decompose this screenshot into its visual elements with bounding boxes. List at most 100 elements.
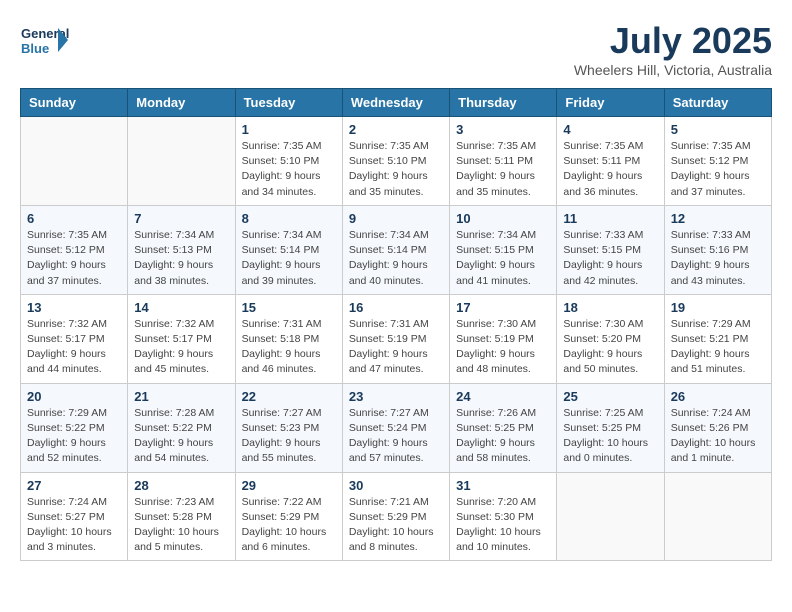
day-number: 15 bbox=[242, 300, 336, 315]
calendar-day-cell: 12 Sunrise: 7:33 AM Sunset: 5:16 PM Dayli… bbox=[664, 205, 771, 294]
day-number: 26 bbox=[671, 389, 765, 404]
day-info: Sunrise: 7:21 AM Sunset: 5:29 PM Dayligh… bbox=[349, 495, 443, 556]
day-info: Sunrise: 7:30 AM Sunset: 5:20 PM Dayligh… bbox=[563, 317, 657, 378]
calendar-day-cell: 28 Sunrise: 7:23 AM Sunset: 5:28 PM Dayli… bbox=[128, 472, 235, 561]
calendar-day-cell bbox=[21, 117, 128, 206]
day-info: Sunrise: 7:26 AM Sunset: 5:25 PM Dayligh… bbox=[456, 406, 550, 467]
logo: General Blue bbox=[20, 20, 70, 65]
title-section: July 2025 Wheelers Hill, Victoria, Austr… bbox=[574, 20, 772, 78]
day-info: Sunrise: 7:25 AM Sunset: 5:25 PM Dayligh… bbox=[563, 406, 657, 467]
day-info: Sunrise: 7:28 AM Sunset: 5:22 PM Dayligh… bbox=[134, 406, 228, 467]
page-header: General Blue July 2025 Wheelers Hill, Vi… bbox=[20, 20, 772, 78]
day-info: Sunrise: 7:35 AM Sunset: 5:12 PM Dayligh… bbox=[671, 139, 765, 200]
calendar-day-cell: 7Sunrise: 7:34 AM Sunset: 5:13 PM Daylig… bbox=[128, 205, 235, 294]
day-info: Sunrise: 7:35 AM Sunset: 5:11 PM Dayligh… bbox=[456, 139, 550, 200]
calendar-day-cell: 23Sunrise: 7:27 AM Sunset: 5:24 PM Dayli… bbox=[342, 383, 449, 472]
calendar-week-row: 20 Sunrise: 7:29 AM Sunset: 5:22 PM Dayli… bbox=[21, 383, 772, 472]
day-info: Sunrise: 7:23 AM Sunset: 5:28 PM Dayligh… bbox=[134, 495, 228, 556]
day-number: 20 bbox=[27, 389, 121, 404]
calendar-day-cell: 31Sunrise: 7:20 AM Sunset: 5:30 PM Dayli… bbox=[450, 472, 557, 561]
calendar-day-cell: 29 Sunrise: 7:22 AM Sunset: 5:29 PM Dayli… bbox=[235, 472, 342, 561]
calendar-day-cell: 10Sunrise: 7:34 AM Sunset: 5:15 PM Dayli… bbox=[450, 205, 557, 294]
day-number: 16 bbox=[349, 300, 443, 315]
day-number: 17 bbox=[456, 300, 550, 315]
day-info: Sunrise: 7:34 AM Sunset: 5:14 PM Dayligh… bbox=[242, 228, 336, 289]
day-info: Sunrise: 7:34 AM Sunset: 5:13 PM Dayligh… bbox=[134, 228, 228, 289]
svg-text:Blue: Blue bbox=[21, 41, 49, 56]
calendar-table: SundayMondayTuesdayWednesdayThursdayFrid… bbox=[20, 88, 772, 561]
day-number: 18 bbox=[563, 300, 657, 315]
calendar-day-cell: 17 Sunrise: 7:30 AM Sunset: 5:19 PM Dayli… bbox=[450, 294, 557, 383]
day-number: 9 bbox=[349, 211, 443, 226]
day-number: 12 bbox=[671, 211, 765, 226]
day-info: Sunrise: 7:27 AM Sunset: 5:24 PM Dayligh… bbox=[349, 406, 443, 467]
day-number: 25 bbox=[563, 389, 657, 404]
day-info: Sunrise: 7:32 AM Sunset: 5:17 PM Dayligh… bbox=[27, 317, 121, 378]
day-number: 11 bbox=[563, 211, 657, 226]
day-number: 31 bbox=[456, 478, 550, 493]
day-number: 13 bbox=[27, 300, 121, 315]
day-info: Sunrise: 7:30 AM Sunset: 5:19 PM Dayligh… bbox=[456, 317, 550, 378]
day-number: 29 bbox=[242, 478, 336, 493]
day-number: 28 bbox=[134, 478, 228, 493]
month-title: July 2025 bbox=[574, 20, 772, 62]
calendar-week-row: 1 Sunrise: 7:35 AM Sunset: 5:10 PM Daylig… bbox=[21, 117, 772, 206]
calendar-header-row: SundayMondayTuesdayWednesdayThursdayFrid… bbox=[21, 89, 772, 117]
calendar-day-cell: 4Sunrise: 7:35 AM Sunset: 5:11 PM Daylig… bbox=[557, 117, 664, 206]
day-number: 10 bbox=[456, 211, 550, 226]
calendar-day-cell: 8 Sunrise: 7:34 AM Sunset: 5:14 PM Daylig… bbox=[235, 205, 342, 294]
day-info: Sunrise: 7:29 AM Sunset: 5:22 PM Dayligh… bbox=[27, 406, 121, 467]
day-number: 27 bbox=[27, 478, 121, 493]
calendar-day-cell: 6 Sunrise: 7:35 AM Sunset: 5:12 PM Daylig… bbox=[21, 205, 128, 294]
day-number: 1 bbox=[242, 122, 336, 137]
day-number: 5 bbox=[671, 122, 765, 137]
calendar-week-row: 6 Sunrise: 7:35 AM Sunset: 5:12 PM Daylig… bbox=[21, 205, 772, 294]
calendar-day-cell: 5 Sunrise: 7:35 AM Sunset: 5:12 PM Daylig… bbox=[664, 117, 771, 206]
day-of-week-header: Thursday bbox=[450, 89, 557, 117]
calendar-day-cell bbox=[664, 472, 771, 561]
calendar-day-cell: 30Sunrise: 7:21 AM Sunset: 5:29 PM Dayli… bbox=[342, 472, 449, 561]
logo-svg: General Blue bbox=[20, 20, 70, 65]
day-number: 6 bbox=[27, 211, 121, 226]
calendar-day-cell: 24 Sunrise: 7:26 AM Sunset: 5:25 PM Dayli… bbox=[450, 383, 557, 472]
calendar-day-cell: 11Sunrise: 7:33 AM Sunset: 5:15 PM Dayli… bbox=[557, 205, 664, 294]
day-of-week-header: Saturday bbox=[664, 89, 771, 117]
calendar-day-cell: 13 Sunrise: 7:32 AM Sunset: 5:17 PM Dayli… bbox=[21, 294, 128, 383]
calendar-day-cell: 20 Sunrise: 7:29 AM Sunset: 5:22 PM Dayli… bbox=[21, 383, 128, 472]
calendar-day-cell bbox=[557, 472, 664, 561]
day-info: Sunrise: 7:31 AM Sunset: 5:19 PM Dayligh… bbox=[349, 317, 443, 378]
calendar-day-cell: 19 Sunrise: 7:29 AM Sunset: 5:21 PM Dayli… bbox=[664, 294, 771, 383]
day-number: 19 bbox=[671, 300, 765, 315]
calendar-day-cell: 25 Sunrise: 7:25 AM Sunset: 5:25 PM Dayli… bbox=[557, 383, 664, 472]
calendar-week-row: 27 Sunrise: 7:24 AM Sunset: 5:27 PM Dayli… bbox=[21, 472, 772, 561]
day-of-week-header: Monday bbox=[128, 89, 235, 117]
day-number: 22 bbox=[242, 389, 336, 404]
day-info: Sunrise: 7:32 AM Sunset: 5:17 PM Dayligh… bbox=[134, 317, 228, 378]
calendar-day-cell: 27 Sunrise: 7:24 AM Sunset: 5:27 PM Dayli… bbox=[21, 472, 128, 561]
day-of-week-header: Friday bbox=[557, 89, 664, 117]
day-of-week-header: Wednesday bbox=[342, 89, 449, 117]
day-info: Sunrise: 7:35 AM Sunset: 5:12 PM Dayligh… bbox=[27, 228, 121, 289]
day-number: 3 bbox=[456, 122, 550, 137]
calendar-day-cell: 2Sunrise: 7:35 AM Sunset: 5:10 PM Daylig… bbox=[342, 117, 449, 206]
calendar-day-cell: 21 Sunrise: 7:28 AM Sunset: 5:22 PM Dayli… bbox=[128, 383, 235, 472]
day-info: Sunrise: 7:24 AM Sunset: 5:27 PM Dayligh… bbox=[27, 495, 121, 556]
calendar-day-cell: 16 Sunrise: 7:31 AM Sunset: 5:19 PM Dayli… bbox=[342, 294, 449, 383]
calendar-day-cell bbox=[128, 117, 235, 206]
calendar-day-cell: 3 Sunrise: 7:35 AM Sunset: 5:11 PM Daylig… bbox=[450, 117, 557, 206]
calendar-week-row: 13 Sunrise: 7:32 AM Sunset: 5:17 PM Dayli… bbox=[21, 294, 772, 383]
day-info: Sunrise: 7:35 AM Sunset: 5:10 PM Dayligh… bbox=[242, 139, 336, 200]
calendar-day-cell: 22Sunrise: 7:27 AM Sunset: 5:23 PM Dayli… bbox=[235, 383, 342, 472]
day-info: Sunrise: 7:24 AM Sunset: 5:26 PM Dayligh… bbox=[671, 406, 765, 467]
day-info: Sunrise: 7:34 AM Sunset: 5:14 PM Dayligh… bbox=[349, 228, 443, 289]
calendar-day-cell: 9 Sunrise: 7:34 AM Sunset: 5:14 PM Daylig… bbox=[342, 205, 449, 294]
day-number: 2 bbox=[349, 122, 443, 137]
day-number: 8 bbox=[242, 211, 336, 226]
day-info: Sunrise: 7:29 AM Sunset: 5:21 PM Dayligh… bbox=[671, 317, 765, 378]
day-info: Sunrise: 7:33 AM Sunset: 5:16 PM Dayligh… bbox=[671, 228, 765, 289]
calendar-day-cell: 26 Sunrise: 7:24 AM Sunset: 5:26 PM Dayli… bbox=[664, 383, 771, 472]
day-number: 21 bbox=[134, 389, 228, 404]
day-info: Sunrise: 7:22 AM Sunset: 5:29 PM Dayligh… bbox=[242, 495, 336, 556]
day-number: 24 bbox=[456, 389, 550, 404]
day-number: 14 bbox=[134, 300, 228, 315]
